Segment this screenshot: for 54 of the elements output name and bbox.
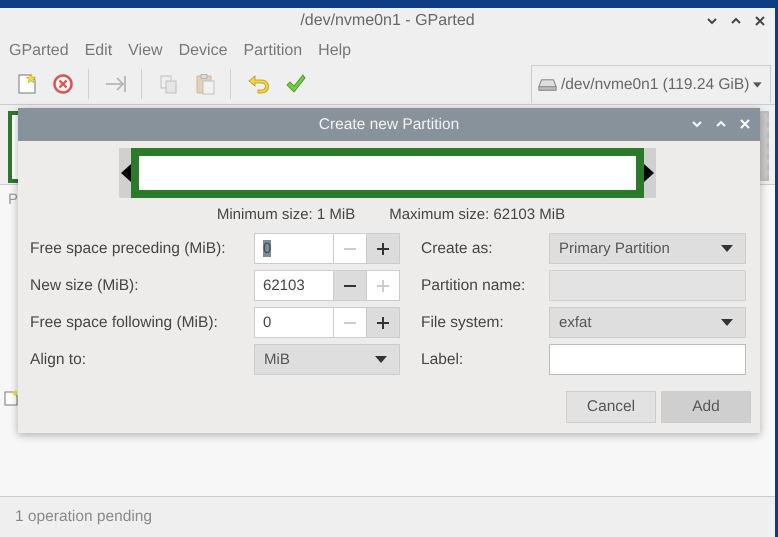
- maximize-icon[interactable]: [731, 17, 741, 25]
- dropdown-arrow-icon: [721, 319, 733, 326]
- dialog-button[interactable]: Add: [661, 391, 751, 423]
- dropdown-arrow-icon: [375, 356, 387, 363]
- spin-field[interactable]: 62103: [254, 270, 400, 301]
- menu-item[interactable]: Help: [318, 42, 352, 60]
- minus-icon: [343, 248, 357, 250]
- close-icon[interactable]: [755, 16, 765, 26]
- field-label: Free space following (MiB):: [30, 314, 219, 332]
- increment-button[interactable]: [366, 234, 399, 263]
- plus-icon: [376, 316, 390, 330]
- spin-field[interactable]: 0: [254, 307, 400, 338]
- minimum-size-text: Minimum size: 1 MiB: [216, 206, 356, 223]
- field-label: Partition name:: [421, 276, 526, 294]
- delete-icon[interactable]: [52, 73, 74, 95]
- increment-button[interactable]: [366, 308, 399, 337]
- new-document-icon: [4, 390, 18, 406]
- window-title: /dev/nvme0n1 - GParted: [300, 12, 475, 30]
- dropdown[interactable]: MiB: [254, 344, 400, 375]
- spin-field[interactable]: 0: [254, 233, 400, 264]
- left-handle[interactable]: [119, 148, 131, 198]
- right-handle[interactable]: [644, 148, 656, 198]
- field-label: Label:: [421, 350, 464, 368]
- menu-item[interactable]: GParted: [9, 42, 69, 60]
- dropdown[interactable]: exfat: [549, 307, 746, 338]
- decrement-button[interactable]: [333, 271, 366, 300]
- dropdown-arrow-icon: [721, 245, 733, 252]
- undo-icon[interactable]: [247, 73, 271, 95]
- new-document-icon[interactable]: [16, 73, 38, 95]
- dialog-title: Create new Partition: [318, 116, 460, 134]
- column-header[interactable]: P: [8, 191, 18, 208]
- device-selector[interactable]: /dev/nvme0n1 (119.24 GiB): [531, 65, 771, 103]
- minimize-icon[interactable]: [707, 17, 717, 25]
- plus-icon: [376, 242, 390, 256]
- field-label: New size (MiB):: [30, 276, 140, 294]
- menu-item[interactable]: Edit: [84, 42, 112, 60]
- field-label: File system:: [421, 314, 505, 332]
- hard-drive-icon: [538, 76, 557, 92]
- field-label: Align to:: [30, 350, 88, 368]
- checkmark-icon[interactable]: [285, 73, 307, 95]
- minus-icon: [343, 322, 357, 324]
- field-label: Free space preceding (MiB):: [30, 240, 227, 258]
- plus-icon: [376, 278, 390, 292]
- minus-icon: [343, 284, 357, 286]
- menu-item[interactable]: Device: [178, 42, 228, 60]
- text-field[interactable]: [549, 344, 746, 375]
- menu-item[interactable]: Partition: [243, 42, 302, 60]
- dropdown[interactable]: Primary Partition: [549, 233, 746, 264]
- dialog-button[interactable]: Cancel: [566, 391, 656, 423]
- status-text: 1 operation pending: [15, 508, 152, 526]
- dropdown-arrow-icon: [753, 82, 762, 88]
- field-label: Create as:: [421, 240, 494, 258]
- maximum-size-text: Maximum size: 62103 MiB: [389, 206, 566, 223]
- menu-item[interactable]: View: [128, 42, 163, 60]
